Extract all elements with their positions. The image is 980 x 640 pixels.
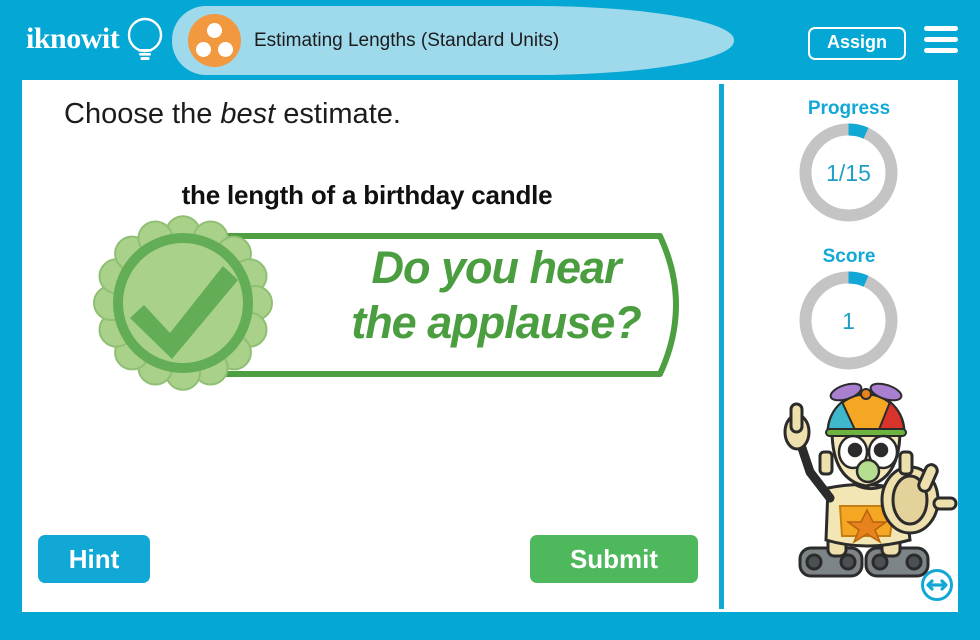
feedback-line-1: Do you hear <box>371 242 621 293</box>
feedback-message: Do you hear the applause? <box>310 240 682 350</box>
submit-button[interactable]: Submit <box>530 535 698 583</box>
logo-wordmark: iknowit <box>26 22 120 55</box>
iknowit-logo[interactable]: iknowit <box>26 16 166 66</box>
assign-button[interactable]: Assign <box>807 27 906 60</box>
robot-mascot-icon <box>783 382 958 578</box>
score-label: Score <box>822 246 876 267</box>
resize-horizontal-icon[interactable] <box>920 568 954 602</box>
content-stage: Choose the best estimate. the length of … <box>22 80 958 612</box>
feedback-line-2: the applause? <box>351 297 642 348</box>
check-badge-icon <box>93 215 273 391</box>
instruction-text: Choose the best estimate. <box>64 98 401 131</box>
feedback-banner: Do you hear the applause? <box>93 215 702 391</box>
three-dots-circle-icon <box>188 14 241 67</box>
lesson-title: Estimating Lengths (Standard Units) <box>254 30 560 51</box>
score-value: 1 <box>842 308 855 334</box>
progress-label: Progress <box>807 98 891 119</box>
lesson-title-bar: Estimating Lengths (Standard Units) <box>172 6 734 75</box>
hamburger-menu-icon[interactable] <box>924 26 958 54</box>
app-window: iknowit Estimating Lengths (Standard Uni… <box>0 0 980 640</box>
lightbulb-icon <box>127 17 163 60</box>
instruction-emphasis: best <box>220 98 276 130</box>
instruction-part-2: estimate. <box>275 98 401 130</box>
question-text: the length of a birthday candle <box>181 180 553 210</box>
progress-value: 1/15 <box>826 160 871 186</box>
app-header: iknowit Estimating Lengths (Standard Uni… <box>0 0 980 80</box>
hint-button[interactable]: Hint <box>38 535 150 583</box>
panel-divider <box>719 84 724 609</box>
instruction-part-1: Choose the <box>64 98 221 130</box>
